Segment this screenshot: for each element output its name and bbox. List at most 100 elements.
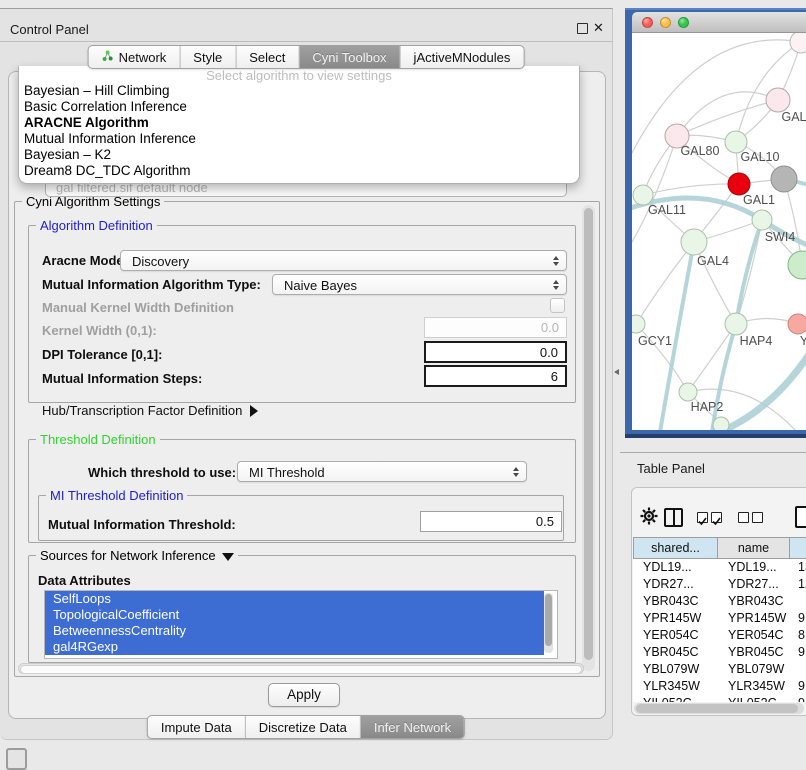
network-canvas[interactable]: GALGAL80GAL10GAL1GAL11SWI4GAL4GCY1HAP4YH… [632, 33, 806, 430]
aracne-mode-combo[interactable]: Discovery [120, 250, 567, 271]
gear-icon[interactable] [640, 507, 658, 530]
expander-expanded-icon [222, 553, 234, 561]
table-row[interactable]: YBR043CYBR043C [633, 593, 806, 610]
control-panel: Control Panel ✕ NetworkStyle Select Cyni T… [0, 8, 613, 740]
float-panel-icon[interactable] [577, 23, 588, 34]
mac-zoom-button[interactable] [678, 17, 689, 28]
network-node[interactable] [752, 210, 772, 230]
table-row[interactable]: YIL052CYIL052C9 [633, 695, 806, 702]
tab-cyni-toolbox[interactable]: Cyni Toolbox [298, 46, 399, 68]
dpi-tolerance-input[interactable]: 0.0 [424, 341, 567, 363]
checked-box-icon[interactable] [697, 512, 708, 523]
table-cell: YBR045C [633, 644, 718, 661]
kernel-width-label: Kernel Width (0,1): [42, 323, 157, 338]
attributes-scrollbar-thumb[interactable] [545, 594, 552, 646]
network-node[interactable] [788, 314, 806, 334]
unchecked-box-icon[interactable] [752, 512, 763, 523]
dpi-tolerance-label: DPI Tolerance [0,1]: [42, 347, 162, 362]
table-column-header[interactable]: name [718, 537, 790, 559]
apply-button[interactable]: Apply [268, 683, 340, 707]
which-threshold-combo[interactable]: MI Threshold [237, 461, 527, 482]
network-node[interactable] [713, 417, 729, 430]
tab-label: Discretize Data [259, 720, 347, 735]
algorithm-option[interactable]: Bayesian – Hill Climbing [19, 83, 579, 99]
table-row[interactable]: YER054CYER054C8. [633, 627, 806, 644]
top-tab-bar: NetworkStyle Select Cyni ToolboxjActiveMNo… [88, 45, 525, 69]
network-node[interactable] [788, 251, 806, 279]
hub-definition-label: Hub/Transcription Factor Definition [42, 403, 242, 418]
attribute-item[interactable]: BetweennessCentrality [45, 623, 544, 639]
sources-title[interactable]: Sources for Network Inference [36, 548, 238, 563]
network-node[interactable] [725, 313, 747, 335]
settings-horizontal-scrollbar-thumb[interactable] [20, 665, 582, 674]
table-cell: 8. [790, 627, 806, 644]
page-icon[interactable] [795, 506, 806, 528]
table-column-header[interactable]: A [790, 537, 806, 559]
tab-style[interactable]: Style [179, 46, 235, 68]
attribute-item[interactable]: gal4RGexp [45, 639, 544, 655]
algorithm-option[interactable]: Bayesian – K2 [19, 147, 579, 163]
hub-definition-expander[interactable]: Hub/Transcription Factor Definition [42, 403, 258, 418]
manual-kernel-checkbox[interactable] [550, 298, 565, 313]
table-cell: 12 [790, 576, 806, 593]
network-window-titlebar[interactable] [632, 12, 806, 33]
table-row[interactable]: YPR145WYPR145W9. [633, 610, 806, 627]
network-node[interactable] [728, 173, 750, 195]
table-cell: YER054C [718, 627, 790, 644]
table-row[interactable]: YBR045CYBR045C9. [633, 644, 806, 661]
tab-network[interactable]: Network [89, 46, 180, 68]
table-cell: YIL052C [718, 695, 790, 702]
mac-close-button[interactable] [642, 17, 653, 28]
table-cell: YBR045C [718, 644, 790, 661]
algorithm-option[interactable]: Mutual Information Inference [19, 131, 579, 147]
tab-discretize-data[interactable]: Discretize Data [245, 716, 360, 738]
algorithm-option[interactable]: Dream8 DC_TDC Algorithm [19, 163, 579, 179]
tab-label: Select [249, 50, 285, 65]
table-column-header[interactable]: shared... [633, 537, 718, 559]
tab-jactivemnodules[interactable]: jActiveMNodules [400, 46, 524, 68]
table-rows: YDL19...YDL19...13YDR27...YDR27...12YBR0… [633, 559, 806, 702]
table-row[interactable]: YLR345WYLR345W9. [633, 678, 806, 695]
network-node[interactable] [766, 88, 790, 112]
network-node[interactable] [681, 229, 707, 255]
network-node[interactable] [790, 33, 806, 53]
network-node[interactable] [632, 315, 645, 333]
settings-vertical-scrollbar[interactable] [582, 205, 595, 671]
table-cell: YDL19... [633, 559, 718, 576]
tab-impute-data[interactable]: Impute Data [148, 716, 245, 738]
settings-horizontal-scrollbar[interactable] [18, 663, 584, 674]
attribute-item[interactable]: TopologicalCoefficient [45, 607, 544, 623]
algorithm-definition-title: Algorithm Definition [36, 218, 157, 233]
mi-type-combo[interactable]: Naive Bayes [272, 274, 567, 295]
table-row[interactable]: YDL19...YDL19...13 [633, 559, 806, 576]
panel-divider-handle[interactable] [614, 369, 619, 375]
table-cell: YDR27... [718, 576, 790, 593]
checked-box-icon[interactable] [711, 512, 722, 523]
close-panel-icon[interactable]: ✕ [593, 20, 604, 36]
split-columns-icon[interactable] [664, 508, 683, 527]
tab-select[interactable]: Select [235, 46, 298, 68]
mi-threshold-input[interactable]: 0.5 [420, 511, 562, 532]
network-node-label: GAL11 [648, 203, 686, 217]
table-horizontal-scrollbar-thumb[interactable] [636, 704, 798, 713]
data-attributes-label: Data Attributes [38, 573, 131, 588]
table-row[interactable]: YBL079WYBL079W [633, 661, 806, 678]
algorithm-option[interactable]: Basic Correlation Inference [19, 99, 579, 115]
unchecked-box-icon[interactable] [738, 512, 749, 523]
network-node[interactable] [679, 383, 697, 401]
attributes-scrollbar[interactable] [544, 593, 553, 653]
control-panel-title: Control Panel [10, 22, 89, 37]
mi-steps-input[interactable]: 6 [424, 365, 567, 387]
table-cell: YPR145W [718, 610, 790, 627]
tab-infer-network[interactable]: Infer Network [360, 716, 464, 738]
attribute-item[interactable]: SelfLoops [45, 591, 544, 607]
network-node[interactable] [771, 166, 797, 192]
network-node[interactable] [633, 185, 653, 205]
algorithm-option[interactable]: ARACNE Algorithm [19, 115, 579, 131]
settings-vertical-scrollbar-thumb[interactable] [584, 208, 593, 660]
table-row[interactable]: YDR27...YDR27...12 [633, 576, 806, 593]
mac-minimize-button[interactable] [660, 17, 671, 28]
minimized-panel-icon[interactable] [6, 748, 27, 770]
mi-steps-label: Mutual Information Steps: [42, 371, 202, 386]
table-horizontal-scrollbar[interactable] [634, 703, 804, 714]
